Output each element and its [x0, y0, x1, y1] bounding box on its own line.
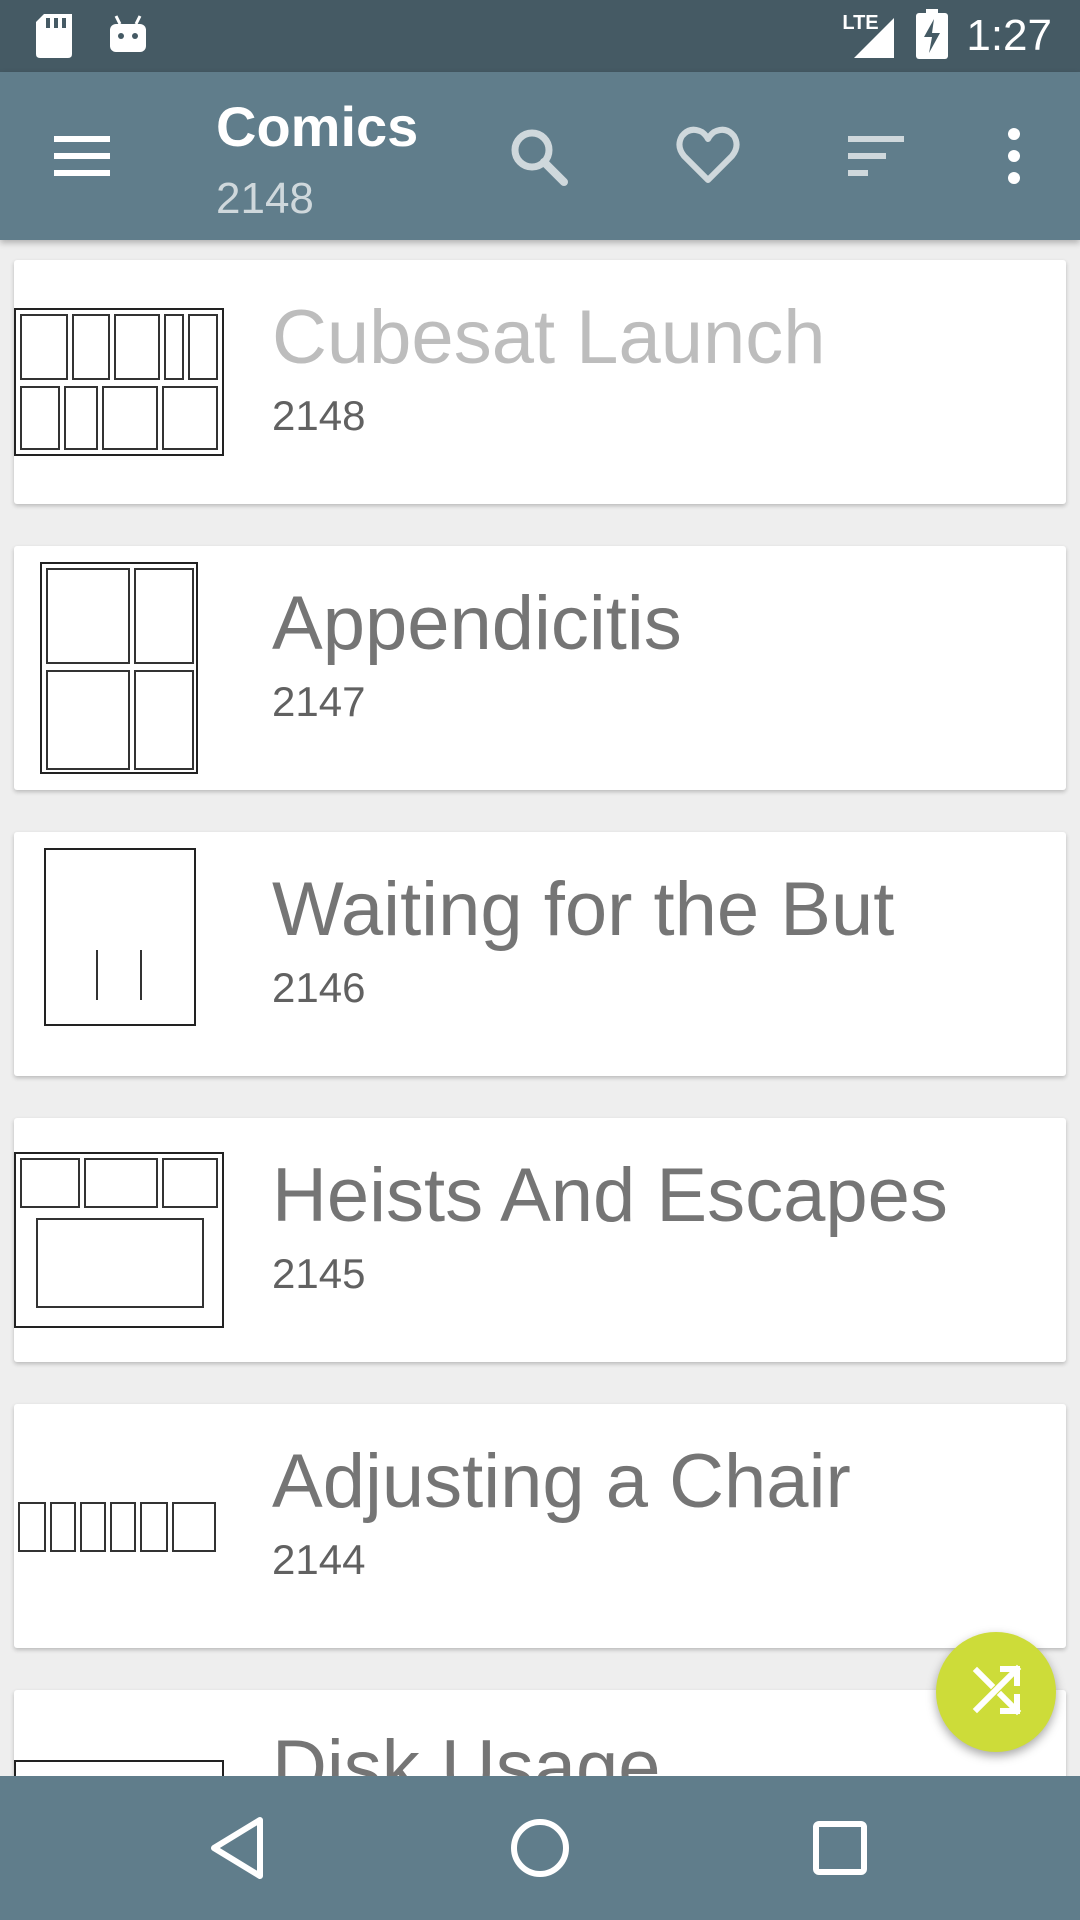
- list-item[interactable]: Heists And Escapes 2145: [14, 1118, 1066, 1362]
- list-item[interactable]: Cubesat Launch 2148: [14, 260, 1066, 504]
- navigation-bar: [0, 1776, 1080, 1920]
- comic-title: Adjusting a Chair: [272, 1439, 851, 1524]
- app-bar: Comics 2148: [0, 72, 1080, 240]
- comic-thumbnail: [40, 562, 198, 774]
- comic-thumbnail: [14, 1152, 224, 1328]
- sort-icon[interactable]: [846, 124, 910, 188]
- menu-icon[interactable]: [52, 132, 112, 180]
- comic-thumbnail: [14, 308, 224, 456]
- comic-thumbnail: [14, 1500, 224, 1556]
- sd-card-icon: [36, 14, 72, 63]
- comic-count: 2148: [216, 174, 314, 223]
- recents-icon[interactable]: [804, 1812, 876, 1884]
- comic-number: 2148: [272, 392, 366, 439]
- comic-title: Appendicitis: [272, 581, 682, 666]
- comic-number: 2147: [272, 678, 366, 725]
- list-item[interactable]: Waiting for the But 2146: [14, 832, 1066, 1076]
- random-comic-button[interactable]: [936, 1632, 1056, 1752]
- list-item[interactable]: Appendicitis 2147: [14, 546, 1066, 790]
- comic-number: 2145: [272, 1250, 366, 1297]
- more-vert-icon[interactable]: [998, 124, 1062, 188]
- comic-list[interactable]: Cubesat Launch 2148 Appendicitis 2147 Wa…: [0, 240, 1080, 1776]
- list-item[interactable]: Disk Usage 2143: [14, 1690, 1066, 1776]
- signal-icon: LTE: [842, 12, 898, 60]
- battery-charging-icon: [916, 8, 949, 64]
- comic-title: Heists And Escapes: [272, 1153, 948, 1238]
- home-icon[interactable]: [504, 1812, 576, 1884]
- comic-number: 2144: [272, 1536, 366, 1583]
- page-title: Comics: [216, 95, 419, 158]
- comic-thumbnail: [14, 1760, 224, 1776]
- comic-title: Cubesat Launch: [272, 295, 826, 380]
- status-bar: LTE 1:27: [0, 0, 1080, 72]
- clock: 1:27: [966, 11, 1052, 60]
- shuffle-icon: [969, 1663, 1023, 1722]
- back-icon[interactable]: [204, 1812, 276, 1884]
- comic-title: Disk Usage: [272, 1725, 661, 1776]
- favorite-icon[interactable]: [676, 124, 740, 188]
- comic-thumbnail: [44, 848, 196, 1026]
- comic-number: 2146: [272, 964, 366, 1011]
- android-icon: [108, 14, 148, 63]
- search-icon[interactable]: [506, 124, 570, 188]
- comic-title: Waiting for the But: [272, 867, 895, 952]
- list-item[interactable]: Adjusting a Chair 2144: [14, 1404, 1066, 1648]
